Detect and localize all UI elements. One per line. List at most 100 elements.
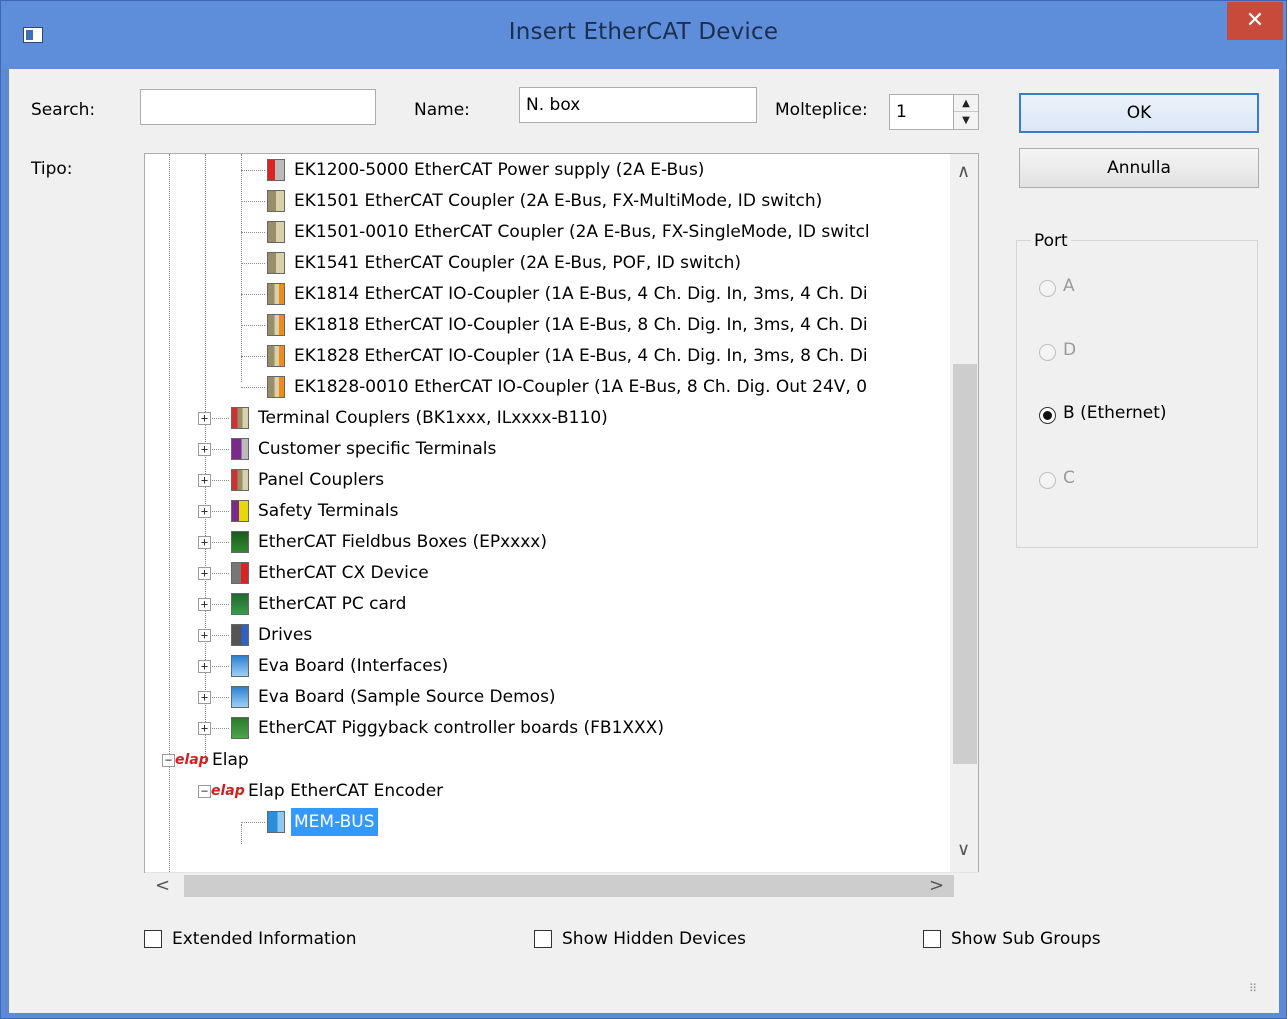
tree-item[interactable]: EtherCAT CX Device	[229, 559, 432, 589]
expand-icon[interactable]: +	[198, 474, 211, 487]
tree-item[interactable]: EK1501 EtherCAT Coupler (2A E-Bus, FX-Mu…	[265, 187, 825, 217]
tree-item[interactable]: elap Elap EtherCAT Encoder	[211, 777, 446, 807]
name-label: Name:	[414, 100, 470, 120]
name-input[interactable]	[519, 87, 757, 123]
tree-item[interactable]: Eva Board (Interfaces)	[229, 652, 451, 682]
tree-item[interactable]: EtherCAT PC card	[229, 590, 409, 620]
port-a-label: A	[1063, 276, 1075, 296]
port-a-radio[interactable]	[1039, 280, 1056, 297]
tree-item[interactable]: elap Elap	[175, 746, 252, 776]
expand-icon[interactable]: +	[198, 722, 211, 735]
safety-terminal-icon	[231, 500, 249, 522]
drive-icon	[231, 624, 249, 646]
scroll-left-icon[interactable]: <	[155, 875, 170, 896]
tree-item[interactable]: EtherCAT Piggyback controller boards (FB…	[229, 714, 667, 744]
close-button[interactable]: ✕	[1227, 2, 1283, 40]
tree-line	[241, 294, 265, 295]
elap-logo-icon: elap	[175, 752, 209, 768]
title-bar[interactable]: Insert EtherCAT Device ✕	[1, 1, 1286, 69]
tree-line	[241, 232, 265, 233]
tree-item[interactable]: MEM-BUS	[265, 808, 378, 838]
encoder-icon	[267, 811, 285, 833]
tree-item[interactable]: Drives	[229, 621, 315, 651]
port-d-radio[interactable]	[1039, 344, 1056, 361]
port-d-label: D	[1063, 340, 1077, 360]
search-input[interactable]	[140, 89, 376, 125]
show-sub-groups-checkbox[interactable]	[923, 930, 941, 948]
tree-line	[241, 822, 265, 823]
tree-item-label: EtherCAT Piggyback controller boards (FB…	[258, 718, 664, 738]
io-coupler-icon	[267, 283, 285, 305]
tree-item-label: Safety Terminals	[258, 501, 399, 521]
ok-button[interactable]: OK	[1019, 93, 1259, 133]
tree-item[interactable]: EK1828-0010 EtherCAT IO-Coupler (1A E-Bu…	[265, 373, 870, 403]
expand-icon[interactable]: +	[198, 660, 211, 673]
resize-grip-icon[interactable]: ⠿	[1249, 982, 1257, 995]
tree-item-label: EtherCAT CX Device	[258, 563, 429, 583]
tree-item-label: EtherCAT PC card	[258, 594, 407, 614]
port-c-radio[interactable]	[1039, 472, 1056, 489]
molteplice-spinner[interactable]: ▲ ▼	[953, 94, 979, 130]
tree-item-label: MEM-BUS	[291, 808, 378, 836]
tree-item[interactable]: Eva Board (Sample Source Demos)	[229, 683, 559, 713]
tree-line	[241, 170, 265, 171]
expand-icon[interactable]: +	[198, 691, 211, 704]
expand-icon[interactable]: +	[198, 412, 211, 425]
tree-item-label: Elap	[212, 750, 249, 770]
scroll-down-icon[interactable]: ∨	[957, 839, 970, 860]
tree-item[interactable]: EK1818 EtherCAT IO-Coupler (1A E-Bus, 8 …	[265, 311, 871, 341]
tree-line	[241, 325, 265, 326]
scroll-up-icon[interactable]: ∧	[957, 161, 970, 182]
tree-item[interactable]: Terminal Couplers (BK1xxx, ILxxxx-B110)	[229, 404, 611, 434]
tree-item[interactable]: EK1501-0010 EtherCAT Coupler (2A E-Bus, …	[265, 218, 873, 248]
extended-information-checkbox[interactable]	[144, 930, 162, 948]
expand-icon[interactable]: +	[198, 536, 211, 549]
io-coupler-icon	[267, 376, 285, 398]
coupler-icon	[267, 221, 285, 243]
vertical-scroll-thumb[interactable]	[953, 364, 977, 764]
device-tree[interactable]: EK1200-5000 EtherCAT Power supply (2A E-…	[144, 153, 979, 873]
tree-line	[241, 356, 265, 357]
terminal-coupler-icon	[231, 469, 249, 491]
scroll-right-icon[interactable]: >	[929, 875, 944, 896]
tree-item-label: EK1828 EtherCAT IO-Coupler (1A E-Bus, 4 …	[294, 346, 868, 366]
tree-item[interactable]: EtherCAT Fieldbus Boxes (EPxxxx)	[229, 528, 550, 558]
expand-icon[interactable]: +	[198, 505, 211, 518]
show-hidden-devices-checkbox[interactable]	[534, 930, 552, 948]
tree-item-label: Panel Couplers	[258, 470, 385, 490]
tree-item-label: EK1501 EtherCAT Coupler (2A E-Bus, FX-Mu…	[294, 191, 823, 211]
expand-icon[interactable]: +	[198, 443, 211, 456]
collapse-icon[interactable]: −	[162, 754, 175, 767]
tree-item[interactable]: Safety Terminals	[229, 497, 401, 527]
tree-item-label: Drives	[258, 625, 313, 645]
tree-item[interactable]: Panel Couplers	[229, 466, 387, 496]
tree-item-label: Elap EtherCAT Encoder	[248, 781, 444, 801]
tree-item[interactable]: EK1200-5000 EtherCAT Power supply (2A E-…	[265, 156, 707, 186]
piggyback-board-icon	[231, 717, 249, 739]
window-title: Insert EtherCAT Device	[508, 19, 779, 45]
tree-item[interactable]: EK1541 EtherCAT Coupler (2A E-Bus, POF, …	[265, 249, 744, 279]
coupler-icon	[267, 190, 285, 212]
spin-down-icon[interactable]: ▼	[954, 112, 978, 129]
collapse-icon[interactable]: −	[198, 785, 211, 798]
horizontal-scroll-thumb[interactable]	[184, 875, 954, 897]
tree-item[interactable]: Customer specific Terminals	[229, 435, 499, 465]
molteplice-input[interactable]	[889, 94, 955, 130]
search-label: Search:	[31, 100, 96, 120]
fieldbus-box-icon	[231, 531, 249, 553]
port-b-ethernet-label: B (Ethernet)	[1063, 403, 1167, 423]
dialog-client-area: Search: Name: Molteplice: ▲ ▼ OK Annulla…	[9, 69, 1279, 1013]
port-b-ethernet-radio[interactable]	[1039, 407, 1056, 424]
tree-item-label: EK1828-0010 EtherCAT IO-Coupler (1A E-Bu…	[294, 377, 868, 397]
expand-icon[interactable]: +	[198, 598, 211, 611]
spin-up-icon[interactable]: ▲	[954, 95, 978, 112]
tree-item-label: EK1541 EtherCAT Coupler (2A E-Bus, POF, …	[294, 253, 742, 273]
cancel-button[interactable]: Annulla	[1019, 148, 1259, 188]
show-sub-groups-label: Show Sub Groups	[951, 929, 1101, 949]
tree-item[interactable]: EK1814 EtherCAT IO-Coupler (1A E-Bus, 4 …	[265, 280, 871, 310]
tree-line	[241, 263, 265, 264]
tree-item[interactable]: EK1828 EtherCAT IO-Coupler (1A E-Bus, 4 …	[265, 342, 871, 372]
terminal-coupler-icon	[231, 407, 249, 429]
expand-icon[interactable]: +	[198, 567, 211, 580]
expand-icon[interactable]: +	[198, 629, 211, 642]
